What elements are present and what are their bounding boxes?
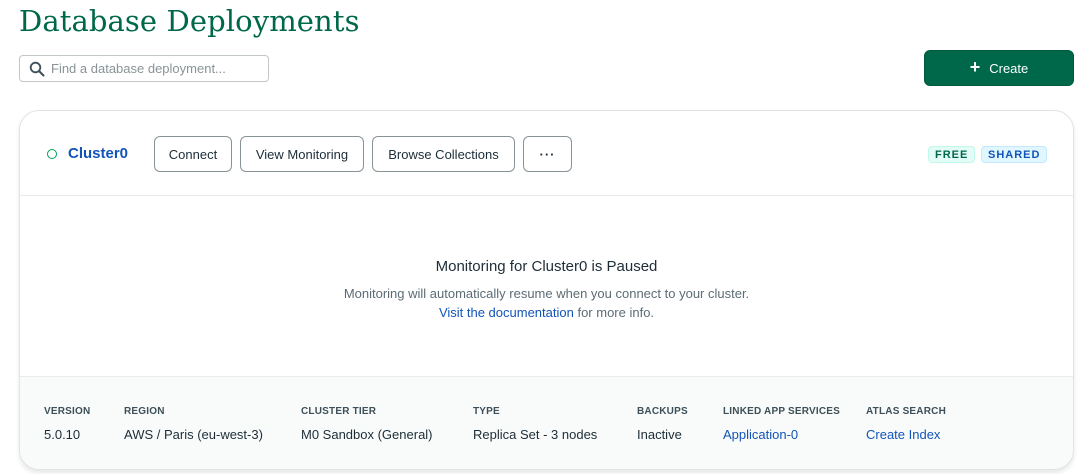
detail-value: 5.0.10 (44, 427, 81, 442)
detail-linked-app-services: LINKED APP SERVICES Application-0 (723, 406, 840, 442)
detail-atlas-search: ATLAS SEARCH Create Index (866, 406, 946, 442)
create-button-label: Create (989, 60, 1029, 76)
detail-version: VERSION 5.0.10 (44, 406, 90, 442)
ellipsis-icon: ··· (539, 146, 556, 162)
search-box[interactable] (19, 55, 269, 82)
free-badge: FREE (928, 146, 976, 163)
cluster-card: Cluster0 Connect View Monitoring Browse … (19, 110, 1074, 470)
detail-label: BACKUPS (637, 406, 688, 417)
detail-value: Replica Set - 3 nodes (473, 427, 598, 442)
application-link[interactable]: Application-0 (723, 427, 840, 442)
page-title: Database Deployments (19, 4, 360, 38)
detail-type: TYPE Replica Set - 3 nodes (473, 406, 597, 442)
search-input[interactable] (51, 58, 261, 79)
detail-label: LINKED APP SERVICES (723, 406, 840, 417)
detail-value: Inactive (637, 427, 682, 442)
detail-backups: BACKUPS Inactive (637, 406, 688, 442)
page: Database Deployments + Create Cluster0 C… (0, 0, 1091, 474)
monitoring-paused-doc-line: Visit the documentation for more info. (20, 305, 1073, 320)
plus-icon: + (969, 57, 981, 77)
connect-button[interactable]: Connect (154, 136, 232, 172)
detail-label: VERSION (44, 406, 91, 417)
detail-value: AWS / Paris (eu-west-3) (124, 427, 263, 442)
view-monitoring-button[interactable]: View Monitoring (240, 136, 364, 172)
search-icon (28, 60, 45, 77)
detail-cluster-tier: CLUSTER TIER M0 Sandbox (General) (301, 406, 433, 442)
documentation-link[interactable]: Visit the documentation (439, 305, 574, 320)
monitoring-paused-panel: Monitoring for Cluster0 is Paused Monito… (20, 196, 1073, 376)
monitoring-paused-title: Monitoring for Cluster0 is Paused (435, 258, 658, 275)
browse-collections-button[interactable]: Browse Collections (372, 136, 515, 172)
more-options-button[interactable]: ··· (523, 136, 572, 172)
create-index-link[interactable]: Create Index (866, 427, 946, 442)
detail-region: REGION AWS / Paris (eu-west-3) (124, 406, 263, 442)
detail-label: CLUSTER TIER (301, 406, 377, 417)
cluster-name-link[interactable]: Cluster0 (68, 145, 128, 162)
create-button[interactable]: + Create (924, 50, 1074, 86)
documentation-suffix: for more info. (573, 305, 655, 320)
cluster-details: VERSION 5.0.10 REGION AWS / Paris (eu-we… (20, 376, 1073, 469)
shared-badge: SHARED (981, 146, 1048, 163)
monitoring-paused-description: Monitoring will automatically resume whe… (343, 286, 750, 301)
detail-label: TYPE (473, 406, 500, 417)
cluster-card-header: Cluster0 Connect View Monitoring Browse … (20, 111, 1073, 196)
detail-label: ATLAS SEARCH (866, 406, 946, 417)
detail-label: REGION (124, 406, 165, 417)
status-dot-icon (47, 149, 57, 159)
detail-value: M0 Sandbox (General) (301, 427, 433, 442)
